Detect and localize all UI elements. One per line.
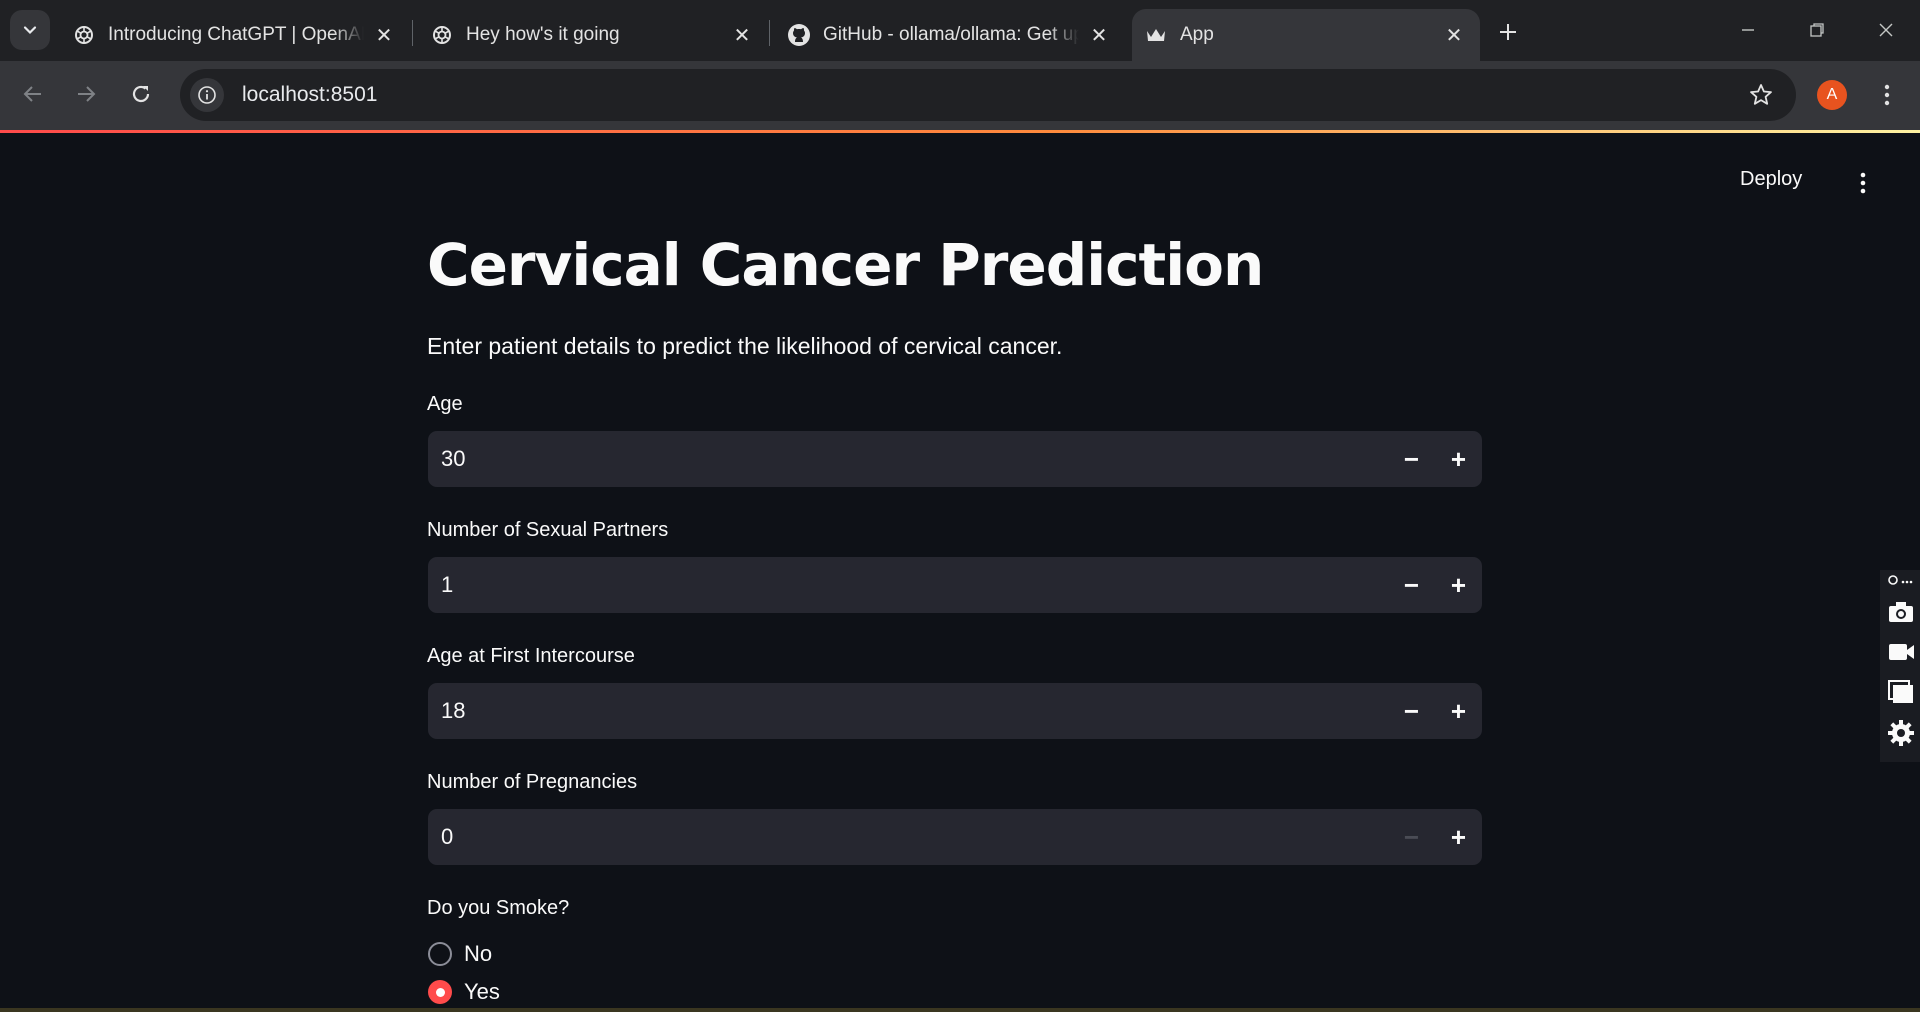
bookmark-star-icon[interactable] xyxy=(1748,82,1774,113)
forward-button[interactable] xyxy=(66,74,106,114)
browser-tab-active[interactable]: App ✕ xyxy=(1132,9,1480,61)
close-window-button[interactable] xyxy=(1858,8,1914,52)
intro-text: Enter patient details to predict the lik… xyxy=(427,333,1063,359)
radio-checked-icon[interactable] xyxy=(428,980,452,1004)
close-icon xyxy=(1879,23,1893,37)
age-label: Age xyxy=(427,393,463,415)
sexual-partners-input[interactable]: 1 − + xyxy=(428,557,1482,613)
camera-icon[interactable] xyxy=(1886,597,1916,627)
video-camera-icon[interactable] xyxy=(1886,637,1916,667)
back-button[interactable] xyxy=(13,74,53,114)
app-menu-button[interactable] xyxy=(1853,168,1873,198)
new-tab-button[interactable] xyxy=(1490,14,1526,50)
first-intercourse-label: Age at First Intercourse xyxy=(427,645,635,667)
sexual-partners-label: Number of Sexual Partners xyxy=(427,519,669,541)
tab-search-button[interactable] xyxy=(10,10,50,50)
age-increment-button[interactable]: + xyxy=(1435,431,1482,487)
smoke-option-yes[interactable]: Yes xyxy=(428,979,500,1005)
more-vertical-icon xyxy=(1884,84,1890,106)
minimize-icon xyxy=(1742,29,1754,31)
tab-title: Hey how's it going xyxy=(466,24,620,45)
screen-capture-toolbar xyxy=(1880,570,1920,762)
window-copy-icon[interactable] xyxy=(1886,677,1916,707)
age-decrement-button[interactable]: − xyxy=(1388,431,1435,487)
tab-title: GitHub - ollama/ollama: Get up and runni… xyxy=(823,24,1079,45)
page-title: Cervical Cancer Prediction xyxy=(427,231,1264,299)
close-tab-icon[interactable]: ✕ xyxy=(372,23,396,47)
browser-menu-button[interactable] xyxy=(1872,78,1902,112)
tab-separator xyxy=(412,20,413,46)
profile-avatar[interactable]: A xyxy=(1817,80,1847,110)
restore-icon xyxy=(1810,23,1824,37)
close-tab-icon[interactable]: ✕ xyxy=(1442,23,1466,47)
radio-unchecked-icon[interactable] xyxy=(428,942,452,966)
chevron-down-icon xyxy=(23,26,37,35)
radio-label: No xyxy=(464,941,493,966)
browser-tab-strip: Introducing ChatGPT | OpenAI ✕ Hey how's… xyxy=(0,0,1920,61)
pregnancies-value[interactable]: 0 xyxy=(428,824,1388,850)
reload-icon xyxy=(132,85,150,103)
link-more-icon[interactable] xyxy=(1886,570,1916,590)
pregnancies-input[interactable]: 0 − + xyxy=(428,809,1482,865)
sexual-partners-value[interactable]: 1 xyxy=(428,572,1388,598)
arrow-right-icon xyxy=(78,86,96,102)
tab-title: App xyxy=(1180,24,1214,45)
reload-button[interactable] xyxy=(121,74,161,114)
pregnancies-decrement-button[interactable]: − xyxy=(1388,809,1435,865)
sexual-partners-increment-button[interactable]: + xyxy=(1435,557,1482,613)
browser-tab[interactable]: GitHub - ollama/ollama: Get up and runni… xyxy=(775,9,1125,61)
tab-separator xyxy=(769,20,770,46)
first-intercourse-increment-button[interactable]: + xyxy=(1435,683,1482,739)
bottom-edge xyxy=(0,1008,1920,1012)
streamlit-crown-icon xyxy=(1144,23,1168,47)
radio-label: Yes xyxy=(464,979,500,1004)
pregnancies-label: Number of Pregnancies xyxy=(427,771,638,793)
browser-tab[interactable]: Introducing ChatGPT | OpenAI ✕ xyxy=(60,9,410,61)
deploy-button[interactable]: Deploy xyxy=(1740,168,1802,191)
age-value[interactable]: 30 xyxy=(428,446,1388,472)
more-vertical-icon xyxy=(1860,172,1866,194)
first-intercourse-decrement-button[interactable]: − xyxy=(1388,683,1435,739)
site-info-icon[interactable] xyxy=(190,78,224,112)
tab-title: Introducing ChatGPT | OpenAI xyxy=(108,24,364,45)
pregnancies-increment-button[interactable]: + xyxy=(1435,809,1482,865)
browser-toolbar: localhost:8501 A xyxy=(0,61,1920,130)
url-text: localhost:8501 xyxy=(242,83,378,106)
browser-tab[interactable]: Hey how's it going ✕ xyxy=(418,9,768,61)
smoke-label: Do you Smoke? xyxy=(427,897,570,919)
main-content: Cervical Cancer Prediction Enter patient… xyxy=(427,220,1483,360)
restore-button[interactable] xyxy=(1789,8,1845,52)
close-tab-icon[interactable]: ✕ xyxy=(1087,23,1111,47)
github-icon xyxy=(787,23,811,47)
plus-icon xyxy=(1500,24,1516,40)
minimize-button[interactable] xyxy=(1720,8,1776,52)
gear-icon[interactable] xyxy=(1886,718,1916,748)
address-bar[interactable]: localhost:8501 xyxy=(180,69,1796,121)
smoke-option-no[interactable]: No xyxy=(428,941,492,967)
arrow-left-icon xyxy=(23,86,41,102)
age-input[interactable]: 30 − + xyxy=(428,431,1482,487)
openai-icon xyxy=(430,23,454,47)
first-intercourse-input[interactable]: 18 − + xyxy=(428,683,1482,739)
app-header-decoration xyxy=(0,130,1920,133)
openai-icon xyxy=(72,23,96,47)
first-intercourse-value[interactable]: 18 xyxy=(428,698,1388,724)
sexual-partners-decrement-button[interactable]: − xyxy=(1388,557,1435,613)
close-tab-icon[interactable]: ✕ xyxy=(730,23,754,47)
